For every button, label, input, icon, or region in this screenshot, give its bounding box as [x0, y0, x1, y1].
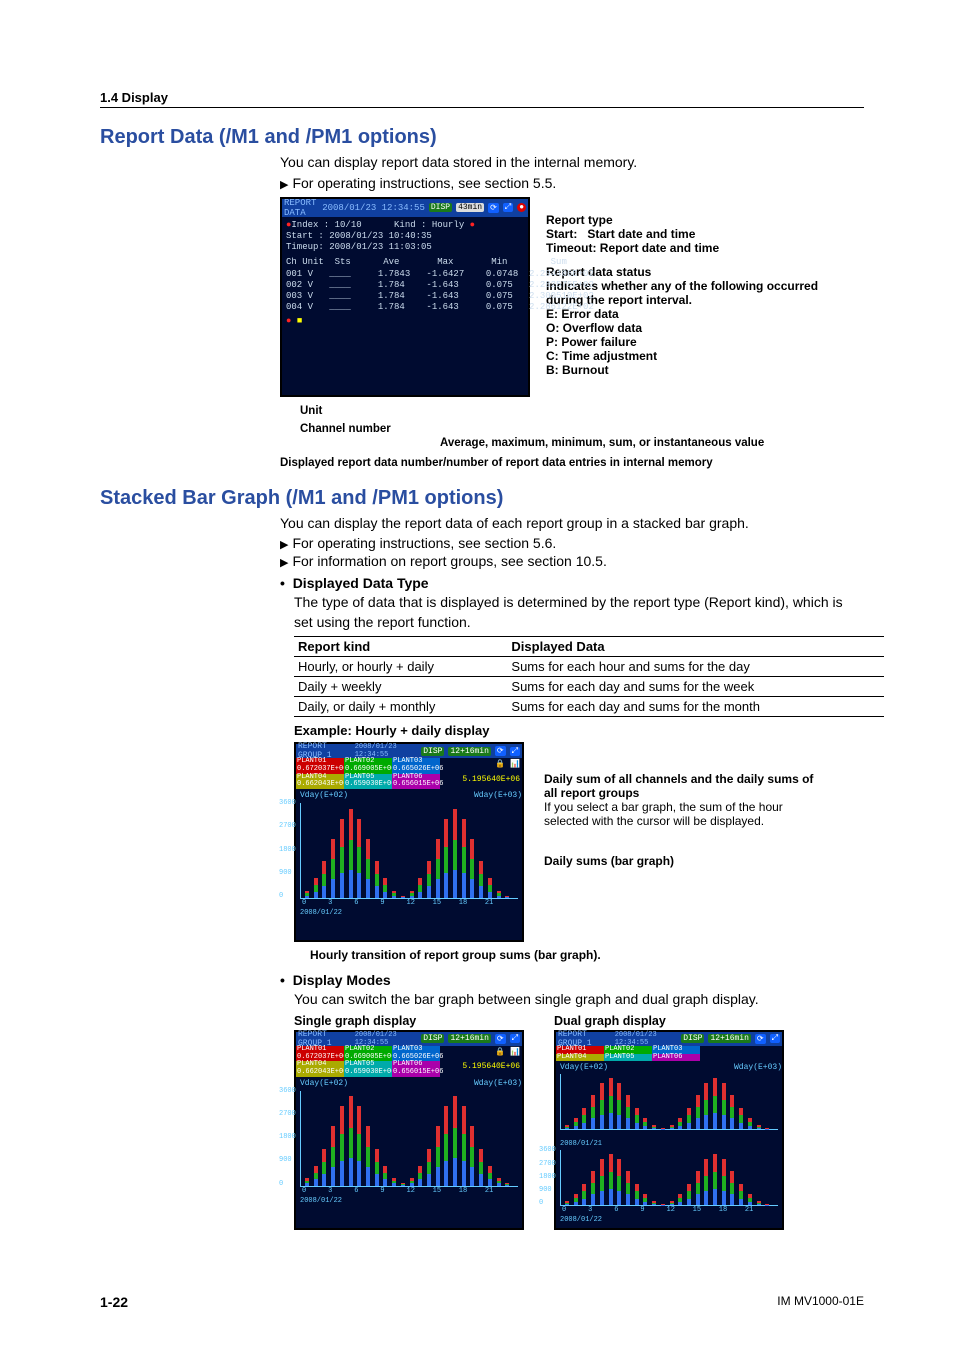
table-row: 004 V ____ 1.784 -1.643 0.075 2.286122E+…	[286, 302, 524, 313]
screen1-timeup: Timeup: 2008/01/23 11:03:05	[286, 242, 524, 253]
tbl-r3c2: Sums for each day and sums for the month	[507, 697, 884, 717]
table-row: 002 V ____ 1.784 -1.643 0.075 2.282575E+…	[286, 280, 524, 291]
sec1-p2: For operating instructions, see section …	[292, 175, 556, 191]
tbl-h1: Report kind	[294, 637, 507, 657]
dtype-head: Displayed Data Type	[293, 575, 429, 591]
min-chip: 12+16min	[448, 747, 490, 756]
anno-b: B: Burnout	[546, 363, 609, 377]
plant-cell: PLANT060.656015E+06	[392, 774, 440, 789]
triangle-icon: ▶	[280, 179, 288, 191]
anno2-body: If you select a bar graph, the sum of th…	[544, 800, 824, 828]
single-graph-screen: REPORT GROUP 12008/01/23 12:34:55DISP12+…	[294, 1030, 524, 1230]
dual-chart-top	[560, 1074, 778, 1130]
table-row: 003 V ____ 1.784 -1.643 0.075 2.300510E+…	[286, 291, 524, 302]
xdate: 2008/01/22	[300, 909, 522, 917]
stacked-bar-chart: 3600270018009000036912151821	[300, 803, 518, 899]
disp-chip: DISP	[429, 203, 452, 212]
section2-title: Stacked Bar Graph (/M1 and /PM1 options)	[100, 487, 864, 510]
expand-icon: ⤢	[503, 203, 513, 212]
stacked-bar-chart: 3600270018009000036912151821	[300, 1091, 518, 1187]
expand-icon: ⤢	[510, 747, 520, 756]
disp-chip: DISP	[421, 747, 444, 756]
dtype-body: The type of data that is displayed is de…	[294, 593, 864, 632]
bars-icon: 📊	[510, 760, 520, 769]
cap-single: Single graph display	[294, 1014, 524, 1028]
sec1-p2-row: ▶ For operating instructions, see section…	[280, 175, 864, 191]
sec1-bottom-caption: Displayed report data number/number of r…	[280, 457, 864, 469]
toggle-icon: ⟳	[495, 746, 506, 756]
stacked-bar-screen: REPORT GROUP 1 2008/01/23 12:34:55 DISP …	[294, 742, 524, 942]
report-kind-table: Report kindDisplayed Data Hourly, or hou…	[294, 636, 884, 717]
anno-o: O: Overflow data	[546, 321, 642, 335]
screen1-titlebar: REPORT DATA 2008/01/23 12:34:55 DISP 43m…	[282, 199, 528, 217]
anno-start-lbl: Start:	[546, 227, 577, 241]
tbl-r3c1: Daily, or daily + monthly	[294, 697, 507, 717]
anno-start-desc: Start date and time	[587, 227, 695, 241]
section1-title: Report Data (/M1 and /PM1 options)	[100, 126, 864, 149]
ylab-right: Wday(E+03)	[474, 791, 522, 800]
sec2-p3-row: ▶ For information on report groups, see s…	[280, 553, 864, 569]
triangle-icon: ▶	[280, 539, 288, 551]
plant-cell: PLANT040.662043E+06	[296, 774, 344, 789]
channel-label: Channel number	[300, 423, 391, 435]
anno-c: C: Time adjustment	[546, 349, 657, 363]
dual-graph-screen: REPORT GROUP 12008/01/23 12:34:55DISP12+…	[554, 1030, 784, 1230]
screen1-timestamp: 2008/01/23 12:34:55	[322, 203, 425, 213]
plant-cell: PLANT050.659030E+06	[344, 774, 392, 789]
status-square-icon: ■	[297, 316, 302, 326]
sec2-p2: For operating instructions, see section …	[292, 535, 556, 551]
plant-cell: PLANT010.672037E+06	[296, 758, 344, 773]
report-data-screen: REPORT DATA 2008/01/23 12:34:55 DISP 43m…	[280, 197, 530, 397]
min-chip: 43min	[456, 203, 484, 212]
screen2-titlebar: REPORT GROUP 1 2008/01/23 12:34:55 DISP …	[296, 744, 522, 758]
screen1-start: Start : 2008/01/23 10:40:35	[286, 231, 524, 242]
screen2-annotations: Daily sum of all channels and the daily …	[544, 742, 824, 942]
tbl-h2: Displayed Data	[507, 637, 884, 657]
doc-id: IM MV1000-01E	[777, 1294, 864, 1310]
cap-dual: Dual graph display	[554, 1014, 784, 1028]
tbl-r2c1: Daily + weekly	[294, 677, 507, 697]
plant-cell: PLANT020.669005E+06	[344, 758, 392, 773]
lock-icon: 🔒	[495, 760, 505, 769]
example-label: Example: Hourly + daily display	[294, 723, 864, 738]
tbl-r1c1: Hourly, or hourly + daily	[294, 657, 507, 677]
dmodes-head: Display Modes	[293, 972, 391, 988]
table-row: 001 V ____ 1.7843 -1.6427 0.0748 2.29448…	[286, 269, 524, 280]
avg-label: Average, maximum, minimum, sum, or insta…	[440, 437, 764, 449]
tbl-r1c2: Sums for each hour and sums for the day	[507, 657, 884, 677]
anno-timeout: Timeout: Report date and time	[546, 241, 719, 255]
kind-dot-icon: ●	[470, 220, 475, 230]
toggle-icon: ⟳	[488, 203, 499, 213]
screen1-title: REPORT DATA	[284, 198, 318, 218]
unit-label: Unit	[300, 405, 322, 417]
status-dot-icon: ●	[286, 316, 291, 326]
sec2-p1: You can display the report data of each …	[280, 514, 864, 534]
daily-sum-value: 5.195640E+06	[440, 774, 522, 789]
anno-report-type: Report type	[546, 213, 613, 227]
anno2-head: Daily sum of all channels and the daily …	[544, 772, 813, 800]
sec2-p2-row: ▶ For operating instructions, see section…	[280, 535, 864, 551]
dual-chart-bottom: 3600270018009000036912151821	[560, 1150, 778, 1206]
anno-p: P: Power failure	[546, 335, 637, 349]
hourly-caption: Hourly transition of report group sums (…	[310, 948, 864, 962]
screen1-kind: Kind : Hourly	[394, 220, 464, 230]
triangle-icon: ▶	[280, 557, 288, 569]
screen1-annotations: Report type Start: Start date and time T…	[546, 197, 846, 435]
screen1-index: Index : 10/10	[291, 220, 361, 230]
plant-cell: PLANT030.665026E+06	[392, 758, 440, 773]
anno2-bars: Daily sums (bar graph)	[544, 854, 674, 868]
header-section: 1.4 Display	[100, 90, 864, 108]
sec1-p1: You can display report data stored in th…	[280, 153, 864, 173]
screen1-cols: Ch Unit Sts Ave Max Min Sum	[286, 257, 524, 268]
page-number: 1-22	[100, 1294, 128, 1310]
tbl-r2c2: Sums for each day and sums for the week	[507, 677, 884, 697]
ylab-left: Vday(E+02)	[300, 791, 348, 800]
dmodes-body: You can switch the bar graph between sin…	[294, 990, 864, 1010]
record-icon: ●	[517, 203, 526, 212]
sec2-p3: For information on report groups, see se…	[292, 553, 606, 569]
